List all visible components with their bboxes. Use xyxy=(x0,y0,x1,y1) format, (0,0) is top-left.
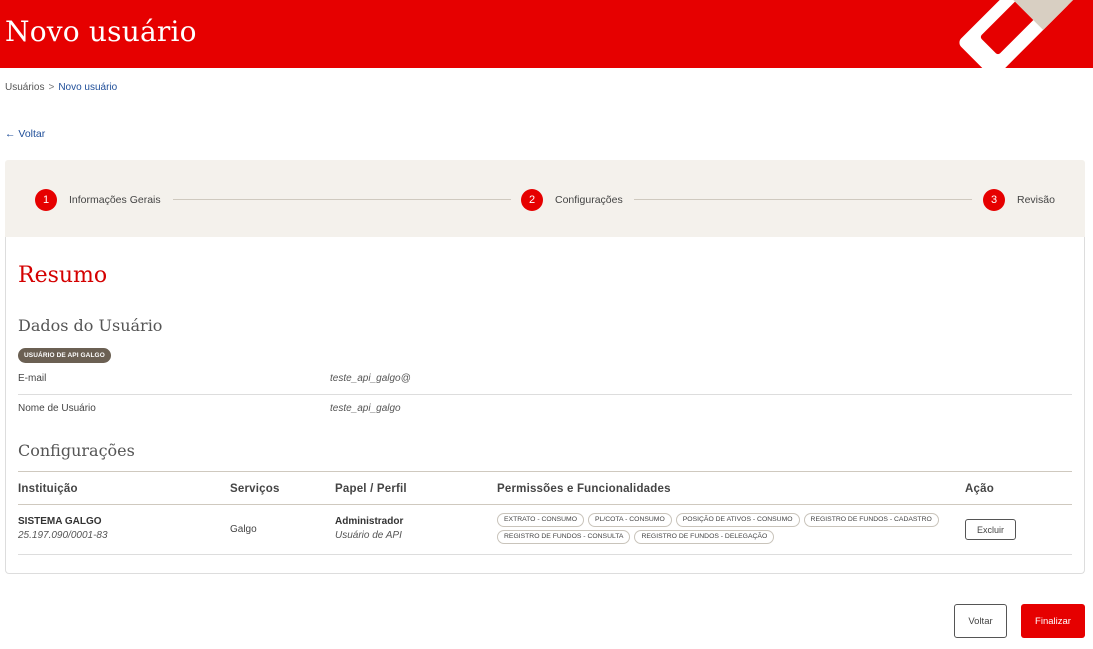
summary-card: Resumo Dados do Usuário USUÁRIO DE API G… xyxy=(5,237,1085,574)
user-type-badge: USUÁRIO DE API GALGO xyxy=(18,348,111,363)
role-name: Administrador xyxy=(335,516,404,527)
config-section-title: Configurações xyxy=(18,441,135,460)
permissions-list: EXTRATO - CONSUMO PL/COTA - CONSUMO POSI… xyxy=(497,513,967,544)
column-header-instituicao: Instituição xyxy=(18,483,78,495)
permission-tag: PL/COTA - CONSUMO xyxy=(588,513,672,527)
username-row: Nome de Usuário teste_api_galgo xyxy=(18,395,1072,425)
column-header-permissoes: Permissões e Funcionalidades xyxy=(497,483,671,495)
summary-title: Resumo xyxy=(18,263,108,288)
step-number: 1 xyxy=(35,189,57,211)
step-label: Informações Gerais xyxy=(69,194,161,206)
brand-logo xyxy=(959,0,1079,68)
permission-tag: EXTRATO - CONSUMO xyxy=(497,513,585,527)
step-label: Configurações xyxy=(555,194,623,206)
step-revisao: 3 Revisão xyxy=(983,189,1055,211)
email-row: E-mail teste_api_galgo@ xyxy=(18,365,1072,395)
breadcrumb-item-current[interactable]: Novo usuário xyxy=(58,82,117,93)
step-number: 3 xyxy=(983,189,1005,211)
stepper: 1 Informações Gerais 2 Configurações 3 R… xyxy=(5,160,1085,238)
service-cell: Galgo xyxy=(230,524,257,535)
page-title: Novo usuário xyxy=(5,15,197,48)
profile-name: Usuário de API xyxy=(335,530,402,541)
column-header-servicos: Serviços xyxy=(230,483,280,495)
step-configuracoes: 2 Configurações xyxy=(521,189,623,211)
role-cell: Administrador Usuário de API xyxy=(335,516,403,541)
email-value: teste_api_galgo@ xyxy=(330,373,411,384)
step-informacoes-gerais: 1 Informações Gerais xyxy=(35,189,161,211)
user-data-section-title: Dados do Usuário xyxy=(18,316,163,335)
permission-tag: REGISTRO DE FUNDOS - DELEGAÇÃO xyxy=(634,530,775,544)
permission-tag: POSIÇÃO DE ATIVOS - CONSUMO xyxy=(675,513,800,527)
institution-cell: SISTEMA GALGO 25.197.090/0001-83 xyxy=(18,516,108,541)
table-header: Instituição Serviços Papel / Perfil Perm… xyxy=(18,471,1072,505)
institution-cnpj: 25.197.090/0001-83 xyxy=(18,530,108,541)
back-link[interactable]: ← Voltar xyxy=(5,128,45,140)
table-row: SISTEMA GALGO 25.197.090/0001-83 Galgo A… xyxy=(18,505,1072,555)
config-table: Instituição Serviços Papel / Perfil Perm… xyxy=(18,471,1072,555)
institution-name: SISTEMA GALGO xyxy=(18,516,102,527)
step-connector xyxy=(173,199,511,200)
step-connector xyxy=(634,199,972,200)
breadcrumb-separator: > xyxy=(48,82,55,93)
finish-button[interactable]: Finalizar xyxy=(1021,604,1085,638)
username-value: teste_api_galgo xyxy=(330,403,401,414)
step-number: 2 xyxy=(521,189,543,211)
email-label: E-mail xyxy=(18,373,47,384)
permission-tag: REGISTRO DE FUNDOS - CADASTRO xyxy=(803,513,939,527)
page-header: Novo usuário xyxy=(0,0,1093,68)
breadcrumb-item-usuarios[interactable]: Usuários xyxy=(5,82,44,93)
permission-tag: REGISTRO DE FUNDOS - CONSULTA xyxy=(497,530,631,544)
step-label: Revisão xyxy=(1017,194,1055,206)
column-header-acao: Ação xyxy=(965,483,994,495)
delete-button[interactable]: Excluir xyxy=(965,519,1016,540)
username-label: Nome de Usuário xyxy=(18,403,96,414)
column-header-papel: Papel / Perfil xyxy=(335,483,407,495)
back-button[interactable]: Voltar xyxy=(954,604,1007,638)
breadcrumb: Usuários > Novo usuário xyxy=(5,82,117,93)
